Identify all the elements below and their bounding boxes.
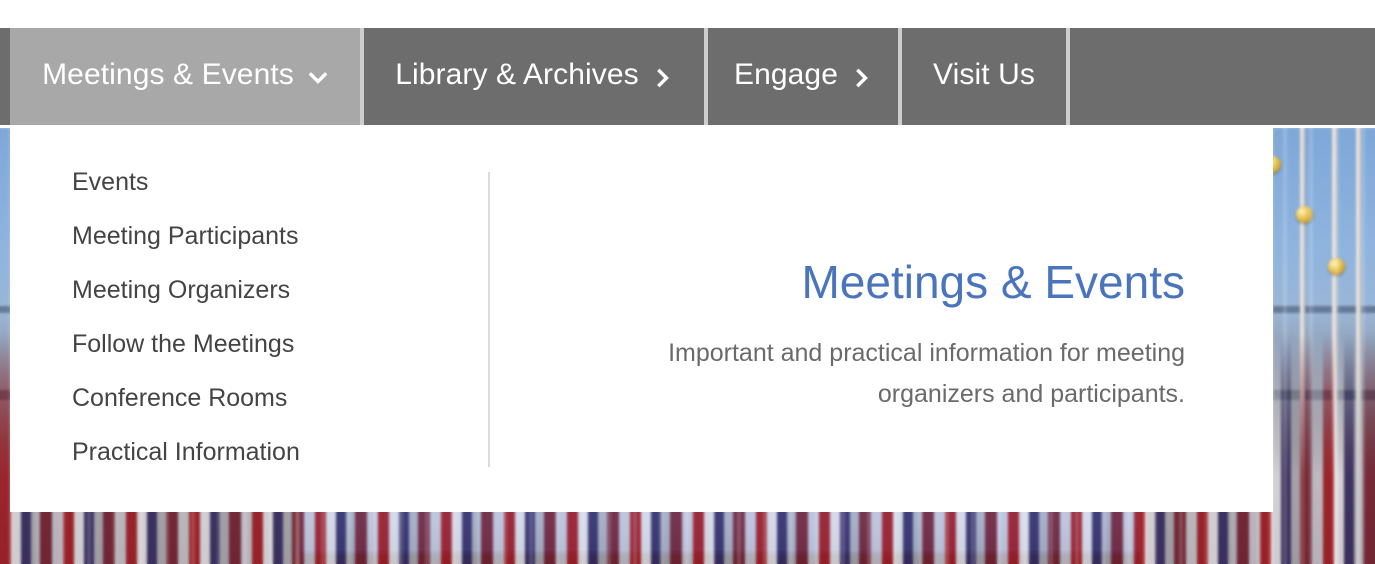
nav-item-label: Visit Us bbox=[933, 58, 1035, 91]
nav-item-label: Library & Archives bbox=[395, 58, 639, 91]
dropdown-link-follow-the-meetings[interactable]: Follow the Meetings bbox=[72, 332, 488, 357]
dropdown-link-list: Events Meeting Participants Meeting Orga… bbox=[10, 125, 488, 512]
dropdown-link-events[interactable]: Events bbox=[72, 170, 488, 195]
nav-item-label: Engage bbox=[733, 58, 839, 91]
nav-item-engage[interactable]: Engage bbox=[708, 28, 898, 125]
dropdown-link-meeting-participants[interactable]: Meeting Participants bbox=[72, 224, 488, 249]
nav-item-meetings-events[interactable]: Meetings & Events bbox=[10, 28, 360, 125]
dropdown-link-conference-rooms[interactable]: Conference Rooms bbox=[72, 386, 488, 411]
chevron-down-icon bbox=[308, 68, 328, 88]
meetings-events-dropdown-panel: Events Meeting Participants Meeting Orga… bbox=[10, 125, 1273, 512]
nav-item-label: Meetings & Events bbox=[42, 58, 294, 91]
dropdown-link-practical-information[interactable]: Practical Information bbox=[72, 440, 488, 465]
dropdown-summary: Meetings & Events Important and practica… bbox=[490, 125, 1273, 512]
nav-left-edge bbox=[0, 28, 10, 125]
main-navigation: Meetings & Events Library & Archives Eng… bbox=[0, 28, 1375, 125]
nav-empty-space bbox=[1070, 28, 1375, 125]
nav-item-visit-us[interactable]: Visit Us bbox=[902, 28, 1066, 125]
dropdown-description: Important and practical information for … bbox=[668, 339, 1185, 408]
dropdown-link-meeting-organizers[interactable]: Meeting Organizers bbox=[72, 278, 488, 303]
chevron-right-icon bbox=[852, 68, 872, 88]
dropdown-title: Meetings & Events bbox=[801, 256, 1185, 308]
chevron-right-icon bbox=[653, 68, 673, 88]
nav-item-library-archives[interactable]: Library & Archives bbox=[364, 28, 704, 125]
